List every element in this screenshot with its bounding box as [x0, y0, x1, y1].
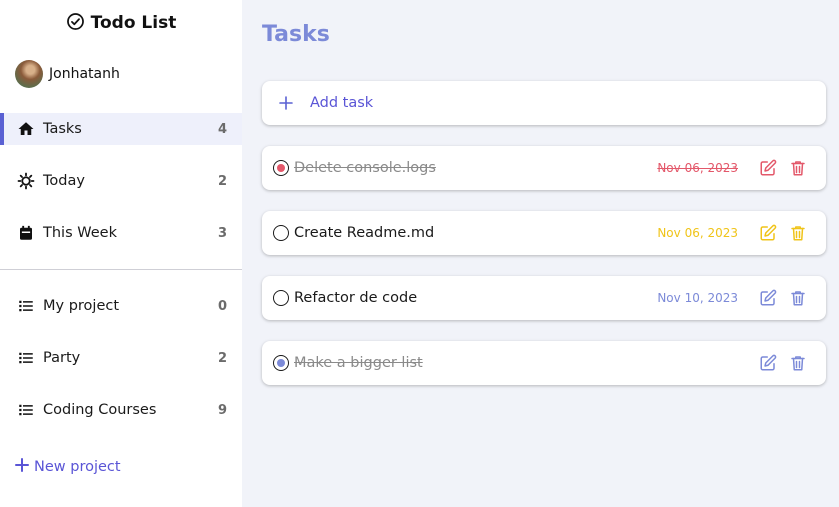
sidebar-item-count: 0	[217, 298, 227, 314]
list-icon	[17, 401, 35, 419]
sidebar-item-count: 2	[217, 173, 227, 189]
sidebar-item-label: Coding Courses	[43, 402, 157, 418]
list-icon	[17, 349, 35, 367]
check-circle-icon	[66, 12, 85, 35]
edit-icon[interactable]	[758, 353, 778, 373]
task-date: Nov 10, 2023	[657, 291, 738, 305]
sidebar-item-label: Today	[43, 173, 85, 189]
new-project-label: New project	[34, 459, 121, 475]
task-title: Create Readme.md	[294, 225, 435, 241]
sidebar-item-project[interactable]: My project 0	[0, 290, 242, 322]
sidebar-item-project[interactable]: Party 2	[0, 342, 242, 374]
plus-icon	[15, 458, 29, 476]
trash-icon[interactable]	[788, 288, 808, 308]
page-title: Tasks	[262, 22, 330, 47]
plus-icon	[276, 93, 296, 113]
checkbox-dot-icon	[277, 359, 285, 367]
task-item: Create Readme.md Nov 06, 2023	[262, 211, 826, 255]
home-icon	[17, 120, 35, 138]
user-name: Jonhatanh	[49, 66, 120, 82]
trash-icon[interactable]	[788, 158, 808, 178]
task-checkbox[interactable]	[273, 355, 289, 371]
sidebar-item-count: 9	[217, 402, 227, 418]
task-item: Refactor de code Nov 10, 2023	[262, 276, 826, 320]
task-date: Nov 06, 2023	[657, 161, 738, 175]
brand: Todo List	[0, 11, 242, 35]
calendar-icon	[17, 224, 35, 242]
sidebar-item-this-week[interactable]: This Week 3	[0, 217, 242, 249]
trash-icon[interactable]	[788, 223, 808, 243]
edit-icon[interactable]	[758, 223, 778, 243]
trash-icon[interactable]	[788, 353, 808, 373]
task-checkbox[interactable]	[273, 160, 289, 176]
checkbox-dot-icon	[277, 164, 285, 172]
sidebar-item-today[interactable]: Today 2	[0, 165, 242, 197]
add-task-button[interactable]: Add task	[262, 81, 826, 125]
task-item: Delete console.logs Nov 06, 2023	[262, 146, 826, 190]
avatar	[15, 60, 43, 88]
task-title: Make a bigger list	[294, 355, 423, 371]
task-item: Make a bigger list	[262, 341, 826, 385]
edit-icon[interactable]	[758, 158, 778, 178]
sidebar-item-tasks[interactable]: Tasks 4	[0, 113, 242, 145]
list-icon	[17, 297, 35, 315]
edit-icon[interactable]	[758, 288, 778, 308]
task-title: Delete console.logs	[294, 160, 436, 176]
task-title: Refactor de code	[294, 290, 418, 306]
sidebar-item-count: 3	[217, 225, 227, 241]
task-checkbox[interactable]	[273, 225, 289, 241]
sun-icon	[17, 172, 35, 190]
sidebar-item-label: Party	[43, 350, 81, 366]
user-profile[interactable]: Jonhatanh	[15, 60, 120, 88]
task-checkbox[interactable]	[273, 290, 289, 306]
sidebar-item-label: My project	[43, 298, 120, 314]
sidebar-item-count: 4	[217, 121, 227, 137]
sidebar-item-project[interactable]: Coding Courses 9	[0, 394, 242, 426]
app-title: Todo List	[90, 13, 177, 33]
add-task-label: Add task	[310, 95, 374, 111]
sidebar-item-label: Tasks	[43, 121, 82, 137]
sidebar: Todo List Jonhatanh Tasks 4 Today 2 This…	[0, 0, 242, 507]
sidebar-item-count: 2	[217, 350, 227, 366]
sidebar-item-label: This Week	[43, 225, 117, 241]
task-date: Nov 06, 2023	[657, 226, 738, 240]
new-project-button[interactable]: New project	[15, 456, 121, 478]
sidebar-divider	[0, 269, 242, 270]
